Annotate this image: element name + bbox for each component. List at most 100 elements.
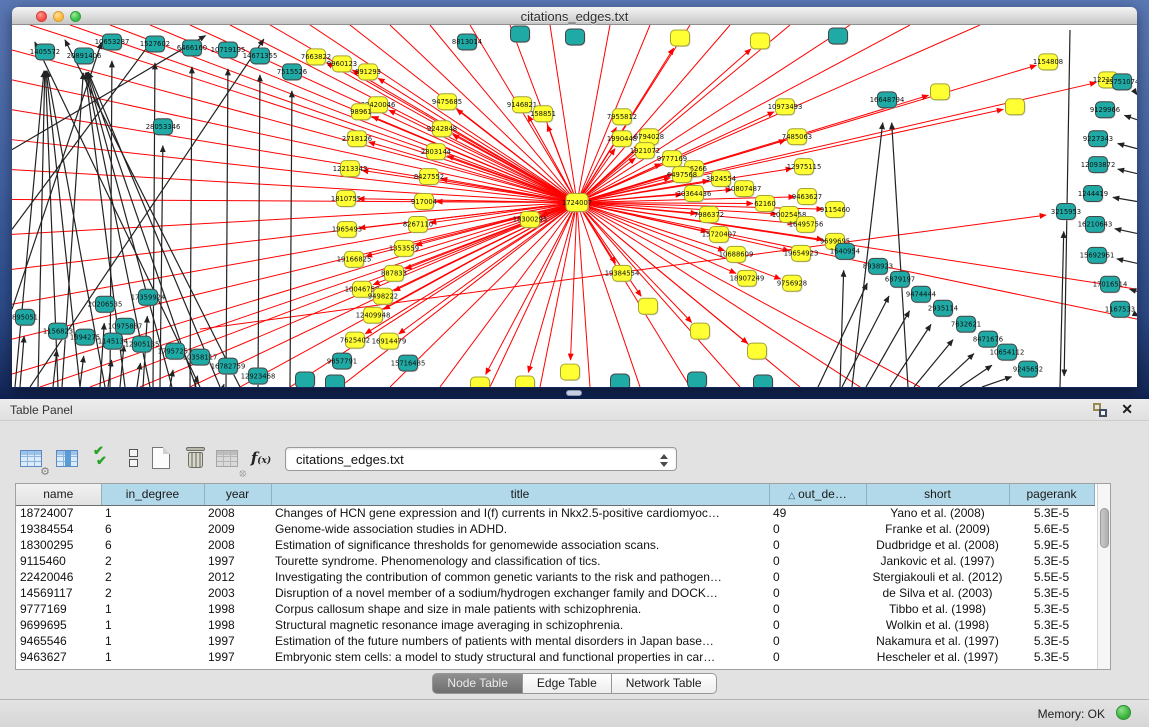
svg-text:1353559: 1353559 [389, 245, 419, 253]
graph-node[interactable] [566, 29, 586, 46]
table-row[interactable]: 946362711997Embryonic stem cells: a mode… [16, 649, 1094, 665]
graph-node[interactable] [691, 323, 711, 340]
table-cell: 18724007 [16, 505, 101, 521]
svg-text:62160: 62160 [754, 200, 776, 208]
table-row[interactable]: 2242004622012Investigating the contribut… [16, 569, 1094, 585]
table-row[interactable]: 1938455462009Genome-wide association stu… [16, 521, 1094, 537]
svg-text:891293: 891293 [355, 68, 381, 76]
graph-node[interactable] [931, 84, 951, 101]
svg-text:1527602: 1527602 [140, 40, 170, 48]
new-document-icon[interactable] [146, 443, 176, 473]
tab-node-table[interactable]: Node Table [432, 673, 523, 694]
graph-node[interactable] [611, 374, 631, 387]
table-vertical-scrollbar[interactable] [1097, 484, 1110, 669]
graph-node[interactable] [511, 26, 531, 43]
svg-text:19384554: 19384554 [605, 270, 640, 278]
svg-text:10654112: 10654112 [990, 348, 1025, 356]
show-columns-icon[interactable] [52, 443, 82, 473]
svg-text:8813014: 8813014 [452, 38, 482, 46]
graph-node[interactable] [516, 376, 536, 387]
column-header-pagerank[interactable]: pagerank [1009, 484, 1094, 505]
tab-network-table[interactable]: Network Table [612, 673, 717, 694]
close-panel-icon[interactable]: ✕ [1121, 401, 1133, 418]
graph-node[interactable] [639, 298, 659, 315]
table-cell: Genome-wide association studies in ADHD. [271, 521, 769, 537]
table-settings-icon[interactable]: ⚙ [16, 443, 46, 473]
graph-node[interactable] [688, 372, 708, 387]
table-cell: 9777169 [16, 601, 101, 617]
svg-text:9857791: 9857791 [327, 357, 357, 365]
svg-text:12409948: 12409948 [356, 312, 391, 320]
graph-node[interactable] [748, 343, 768, 360]
table-cell: Hescheler et al. (1997) [866, 649, 1009, 665]
table-row[interactable]: 1872400712008Changes of HCN gene express… [16, 505, 1094, 521]
table-cell: 49 [769, 505, 866, 521]
table-cell: Yano et al. (2008) [866, 505, 1009, 521]
unselect-all-icon[interactable] [118, 443, 148, 473]
svg-text:12923468: 12923468 [241, 372, 276, 380]
table-selector-dropdown[interactable]: citations_edges.txt [285, 447, 677, 471]
svg-text:9498222: 9498222 [368, 293, 398, 301]
table-cell: de Silva et al. (2003) [866, 585, 1009, 601]
graph-node[interactable] [1006, 99, 1026, 116]
svg-text:20364436: 20364436 [677, 190, 712, 198]
splitter-grip[interactable] [566, 390, 582, 396]
svg-text:9475685: 9475685 [432, 98, 462, 106]
network-canvas[interactable]: 1405572208914061065328715276026466160107… [12, 25, 1137, 387]
network-window-titlebar[interactable]: citations_edges.txt [12, 7, 1137, 25]
table-row[interactable]: 1456911722003Disruption of a novel membe… [16, 585, 1094, 601]
graph-node[interactable]: 1724007 [562, 194, 592, 213]
dropdown-stepper-icon [659, 451, 669, 469]
svg-text:19166825: 19166825 [337, 256, 372, 264]
svg-text:9463627: 9463627 [792, 193, 822, 201]
column-header-title[interactable]: title [271, 484, 769, 505]
graph-node[interactable] [326, 375, 346, 387]
memory-status-icon [1116, 705, 1131, 720]
svg-text:1990448: 1990448 [607, 135, 637, 143]
delete-trash-icon[interactable] [180, 443, 210, 473]
graph-node[interactable] [671, 30, 691, 47]
scrollbar-thumb[interactable] [1100, 508, 1109, 548]
table-row[interactable]: 969969511998Structural magnetic resonanc… [16, 617, 1094, 633]
column-header-name[interactable]: name [16, 484, 101, 505]
column-header-year[interactable]: year [204, 484, 271, 505]
svg-text:9474444: 9474444 [906, 291, 936, 299]
column-header-outde[interactable]: △out_de… [769, 484, 866, 505]
table-row[interactable]: 1830029562008Estimation of significance … [16, 537, 1094, 553]
table-row[interactable]: 977716911998Corpus callosum shape and si… [16, 601, 1094, 617]
table-cell: 2008 [204, 537, 271, 553]
table-cell: Estimation of the future numbers of pati… [271, 633, 769, 649]
table-cell: 2 [101, 569, 204, 585]
delete-table-icon: ⦻ [212, 443, 242, 473]
table-cell: Dudbridge et al. (2008) [866, 537, 1009, 553]
graph-node[interactable] [751, 33, 771, 50]
svg-text:7485063: 7485063 [782, 133, 812, 141]
cytoscape-desktop-background: citations_edges.txt 14055722089140610653… [0, 0, 1149, 399]
select-all-icon[interactable]: ✔✔ [88, 443, 118, 473]
function-builder-icon[interactable]: f(x) [246, 443, 276, 473]
tab-edge-table[interactable]: Edge Table [523, 673, 612, 694]
graph-node[interactable]: 98961 [350, 104, 372, 121]
node-attribute-table: namein_degreeyeartitle△out_de…shortpager… [15, 483, 1111, 670]
graph-node[interactable] [471, 377, 491, 387]
svg-text:3824554: 3824554 [706, 175, 736, 183]
table-cell: 0 [769, 633, 866, 649]
svg-text:7632621: 7632621 [951, 320, 981, 328]
network-view-window[interactable]: citations_edges.txt 14055722089140610653… [12, 7, 1137, 388]
svg-text:9777169: 9777169 [657, 155, 687, 163]
svg-text:20206535: 20206535 [88, 301, 123, 309]
table-cell: Investigating the contribution of common… [271, 569, 769, 585]
graph-node[interactable] [829, 28, 849, 45]
table-row[interactable]: 946554611997Estimation of the future num… [16, 633, 1094, 649]
column-header-short[interactable]: short [866, 484, 1009, 505]
graph-node[interactable] [296, 372, 316, 387]
table-cell: Tibbo et al. (1998) [866, 601, 1009, 617]
table-row[interactable]: 911546021997Tourette syndrome. Phenomeno… [16, 553, 1094, 569]
float-panel-icon[interactable] [1093, 403, 1107, 417]
graph-node[interactable] [754, 375, 774, 387]
svg-text:6466160: 6466160 [177, 44, 207, 52]
table-cell: 1 [101, 633, 204, 649]
column-header-indegree[interactable]: in_degree [101, 484, 204, 505]
citation-graph[interactable]: 1405572208914061065328715276026466160107… [12, 25, 1137, 387]
graph-node[interactable] [561, 364, 581, 381]
